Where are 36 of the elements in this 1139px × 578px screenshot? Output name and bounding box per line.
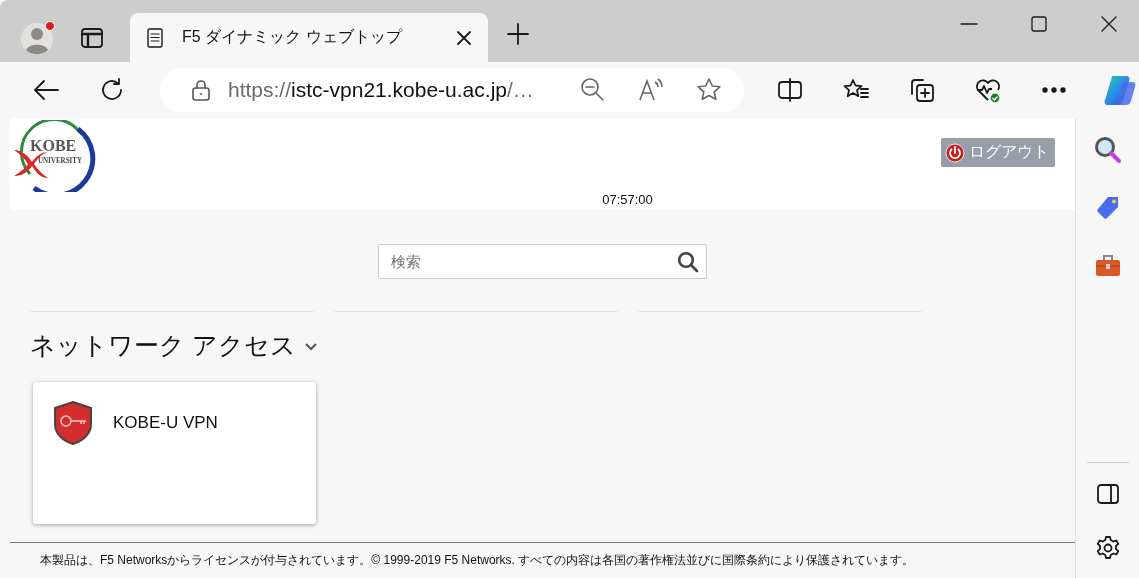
chevron-down-icon[interactable] <box>303 341 318 351</box>
split-screen-icon[interactable] <box>777 77 803 103</box>
page-icon <box>146 27 164 48</box>
clock-time: 07:57:00 <box>602 192 653 207</box>
maximize-icon[interactable] <box>1029 14 1049 34</box>
close-icon[interactable] <box>1099 14 1119 34</box>
zoom-out-icon[interactable] <box>580 77 606 103</box>
browser-tab[interactable]: F5 ダイナミック ウェブトップ <box>130 13 488 62</box>
settings-icon[interactable] <box>1094 535 1121 561</box>
toolbox-icon[interactable] <box>1093 252 1122 278</box>
resource-tile[interactable]: KOBE-U VPN <box>33 382 316 524</box>
close-icon[interactable] <box>456 29 472 46</box>
copilot-icon[interactable] <box>1102 74 1138 106</box>
sidebar-panel-icon[interactable] <box>1095 483 1120 505</box>
browser-essentials-icon[interactable] <box>974 76 1002 104</box>
university-logo: KOBE UNIVERSITY <box>12 120 96 192</box>
search-icon[interactable] <box>677 251 699 273</box>
address-bar[interactable]: https://istc-vpn21.kobe-u.ac.jp/… <box>160 68 744 112</box>
search-icon[interactable] <box>1093 136 1122 164</box>
tab-actions-icon[interactable] <box>80 25 104 50</box>
refresh-icon[interactable] <box>99 77 125 103</box>
more-icon[interactable] <box>1041 86 1067 94</box>
collections-icon[interactable] <box>908 76 936 104</box>
shield-key-icon <box>53 400 93 445</box>
new-tab-icon[interactable] <box>506 22 530 46</box>
star-icon[interactable] <box>696 77 722 103</box>
tab-title: F5 ダイナミック ウェブトップ <box>182 27 404 47</box>
read-aloud-icon[interactable] <box>638 78 664 102</box>
profile-avatar[interactable] <box>20 19 56 56</box>
lock-icon <box>190 78 212 102</box>
back-icon[interactable] <box>32 78 60 102</box>
search-field[interactable]: 検索 <box>378 244 707 279</box>
section-title: ネットワーク アクセス <box>30 330 296 361</box>
power-icon <box>945 142 965 163</box>
url-text: https://istc-vpn21.kobe-u.ac.jp/… <box>228 78 535 102</box>
copyright-text: 本製品は、F5 Networksからライセンスが付与されています。© 1999-2019 F5 Networks. すべての内容は各国の著作権法並びに国際条約により保護されています。 <box>40 552 915 569</box>
